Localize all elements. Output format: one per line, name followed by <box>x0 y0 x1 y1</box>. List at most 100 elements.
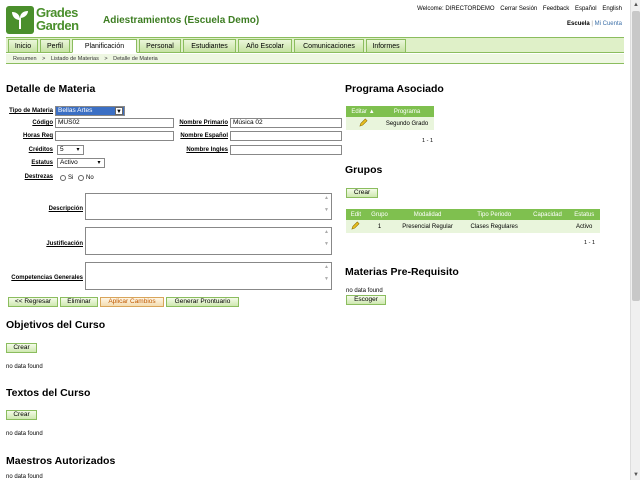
tab-informes[interactable]: Informes <box>366 39 406 53</box>
tipo-periodo-cell: Clases Regulares <box>461 220 527 233</box>
column-header-editar[interactable]: Editar ▲ <box>346 106 380 117</box>
edit-pencil-icon[interactable] <box>346 117 380 130</box>
nombre-espanol-label: Nombre Español <box>180 133 228 139</box>
scroll-up-icon[interactable]: ▲ <box>631 0 640 10</box>
descripcion-textarea[interactable]: ▲ ▼ <box>85 193 332 220</box>
textos-crear-button[interactable]: Crear <box>6 410 37 420</box>
horas-req-label: Horas Req <box>22 133 53 139</box>
codigo-label: Código <box>32 120 53 126</box>
tab-perfil[interactable]: Perfil <box>40 39 70 53</box>
separator: | <box>591 21 593 27</box>
destrezas-no-radio[interactable] <box>78 175 84 181</box>
grupos-title: Grupos <box>345 164 383 176</box>
tab-planificacion[interactable]: Planificación <box>72 39 137 53</box>
eliminar-button[interactable]: Eliminar <box>60 297 98 307</box>
edit-pencil-icon[interactable] <box>346 220 366 233</box>
justificacion-label: Justificación <box>46 241 83 247</box>
detalle-title: Detalle de Materia <box>6 83 96 95</box>
generar-prontuario-button[interactable]: Generar Prontuario <box>166 297 239 307</box>
tipo-materia-label: Tipo de Materia <box>9 108 53 114</box>
prereq-empty: no data found <box>346 288 383 294</box>
descripcion-label: Descripción <box>48 206 83 212</box>
nombre-primario-input[interactable]: Música 02 <box>230 118 342 128</box>
grades-garden-logo[interactable]: Grades Garden <box>6 6 94 34</box>
tipo-materia-select[interactable]: Bellas Artes ▼ <box>55 106 125 116</box>
welcome-text: Welcome: DIRECTORDEMO <box>417 6 495 12</box>
si-label: Si <box>68 175 74 181</box>
breadcrumb-listado[interactable]: Listado de Materias <box>51 56 99 62</box>
user-links: Escuela | Mi Cuenta <box>567 21 622 27</box>
escoger-button[interactable]: Escoger <box>346 295 386 305</box>
maestros-empty: no data found <box>6 474 43 480</box>
column-header-estatus: Estatus <box>568 209 600 220</box>
estatus-cell: Activo <box>568 220 600 233</box>
programa-cell: Segundo Grado <box>380 117 434 130</box>
english-link[interactable]: English <box>602 6 622 12</box>
creditos-select[interactable]: 5 ▾ <box>57 145 84 155</box>
app-title: Adiestramientos (Escuela Demo) <box>103 15 260 26</box>
grupos-pager: 1 - 1 <box>584 240 596 246</box>
breadcrumb-resumen[interactable]: Resumen <box>13 56 37 62</box>
estatus-label: Estatus <box>31 160 53 166</box>
nombre-espanol-input[interactable] <box>230 131 342 141</box>
logout-link[interactable]: Cerrar Sesión <box>500 6 537 12</box>
breadcrumb-separator: > <box>104 56 108 62</box>
main-nav: Inicio Perfil Planificación Personal Est… <box>6 37 624 53</box>
tab-estudiantes[interactable]: Estudiantes <box>183 39 236 53</box>
scroll-arrows-icon: ▲ ▼ <box>324 229 329 247</box>
destrezas-si-radio[interactable] <box>60 175 66 181</box>
column-header-tipo-periodo: Tipo Periodo <box>461 209 527 220</box>
account-link[interactable]: Mi Cuenta <box>595 21 622 27</box>
programa-pager: 1 - 1 <box>422 138 434 144</box>
scroll-arrows-icon: ▲ ▼ <box>324 195 329 213</box>
tab-personal[interactable]: Personal <box>139 39 181 53</box>
spanish-link[interactable]: Español <box>575 6 597 12</box>
maestros-title: Maestros Autorizados <box>6 455 116 467</box>
page-scrollbar[interactable]: ▲ ▼ <box>630 0 640 480</box>
sprout-icon <box>6 6 34 34</box>
objetivos-title: Objetivos del Curso <box>6 319 106 331</box>
tab-ano-escolar[interactable]: Año Escolar <box>238 39 292 53</box>
aplicar-cambios-button[interactable]: Aplicar Cambios <box>100 297 164 307</box>
scrollbar-thumb[interactable] <box>632 11 640 301</box>
scroll-arrows-icon: ▲ ▼ <box>324 264 329 282</box>
breadcrumb-separator: > <box>42 56 46 62</box>
capacidad-cell <box>526 220 569 233</box>
textos-title: Textos del Curso <box>6 387 91 399</box>
grupos-crear-button[interactable]: Crear <box>346 188 378 198</box>
programa-title: Programa Asociado <box>345 83 444 95</box>
prereq-title: Materias Pre-Requisito <box>345 266 459 278</box>
creditos-label: Créditos <box>28 147 53 153</box>
nombre-ingles-label: Nombre Ingles <box>186 147 228 153</box>
destrezas-label: Destrezas <box>24 174 53 180</box>
column-header-modalidad: Modalidad <box>393 209 462 220</box>
school-link[interactable]: Escuela <box>567 21 590 27</box>
column-header-edit: Edit <box>346 209 366 220</box>
estatus-select[interactable]: Activo ▾ <box>57 158 105 168</box>
chevron-down-icon: ▾ <box>76 147 80 153</box>
logo-wordmark: Grades Garden <box>36 5 79 33</box>
nombre-ingles-input[interactable] <box>230 145 342 155</box>
feedback-link[interactable]: Feedback <box>543 6 569 12</box>
modalidad-cell: Presencial Regular <box>393 220 462 233</box>
grupos-table: Edit Grupo Modalidad Tipo Periodo Capaci… <box>346 209 600 233</box>
competencias-textarea[interactable]: ▲ ▼ <box>85 262 332 290</box>
sort-asc-icon: ▲ <box>368 108 375 115</box>
grupo-cell: 1 <box>365 220 394 233</box>
chevron-down-icon: ▾ <box>97 160 101 166</box>
breadcrumb: Resumen > Listado de Materias > Detalle … <box>6 54 624 64</box>
top-links: Welcome: DIRECTORDEMO Cerrar Sesión Feed… <box>413 6 622 12</box>
justificacion-textarea[interactable]: ▲ ▼ <box>85 227 332 255</box>
tab-inicio[interactable]: Inicio <box>8 39 38 53</box>
column-header-grupo: Grupo <box>365 209 394 220</box>
objetivos-crear-button[interactable]: Crear <box>6 343 37 353</box>
regresar-button[interactable]: << Regresar <box>8 297 58 307</box>
scroll-down-icon[interactable]: ▼ <box>631 470 640 480</box>
objetivos-empty: no data found <box>6 364 43 370</box>
nombre-primario-label: Nombre Primario <box>179 120 228 126</box>
codigo-input[interactable]: MUS02 <box>55 118 174 128</box>
horas-req-input[interactable] <box>55 131 174 141</box>
tab-comunicaciones[interactable]: Comunicaciones <box>294 39 364 53</box>
programa-table: Editar ▲ Programa Segundo Grado <box>346 106 434 130</box>
column-header-capacidad: Capacidad <box>526 209 569 220</box>
